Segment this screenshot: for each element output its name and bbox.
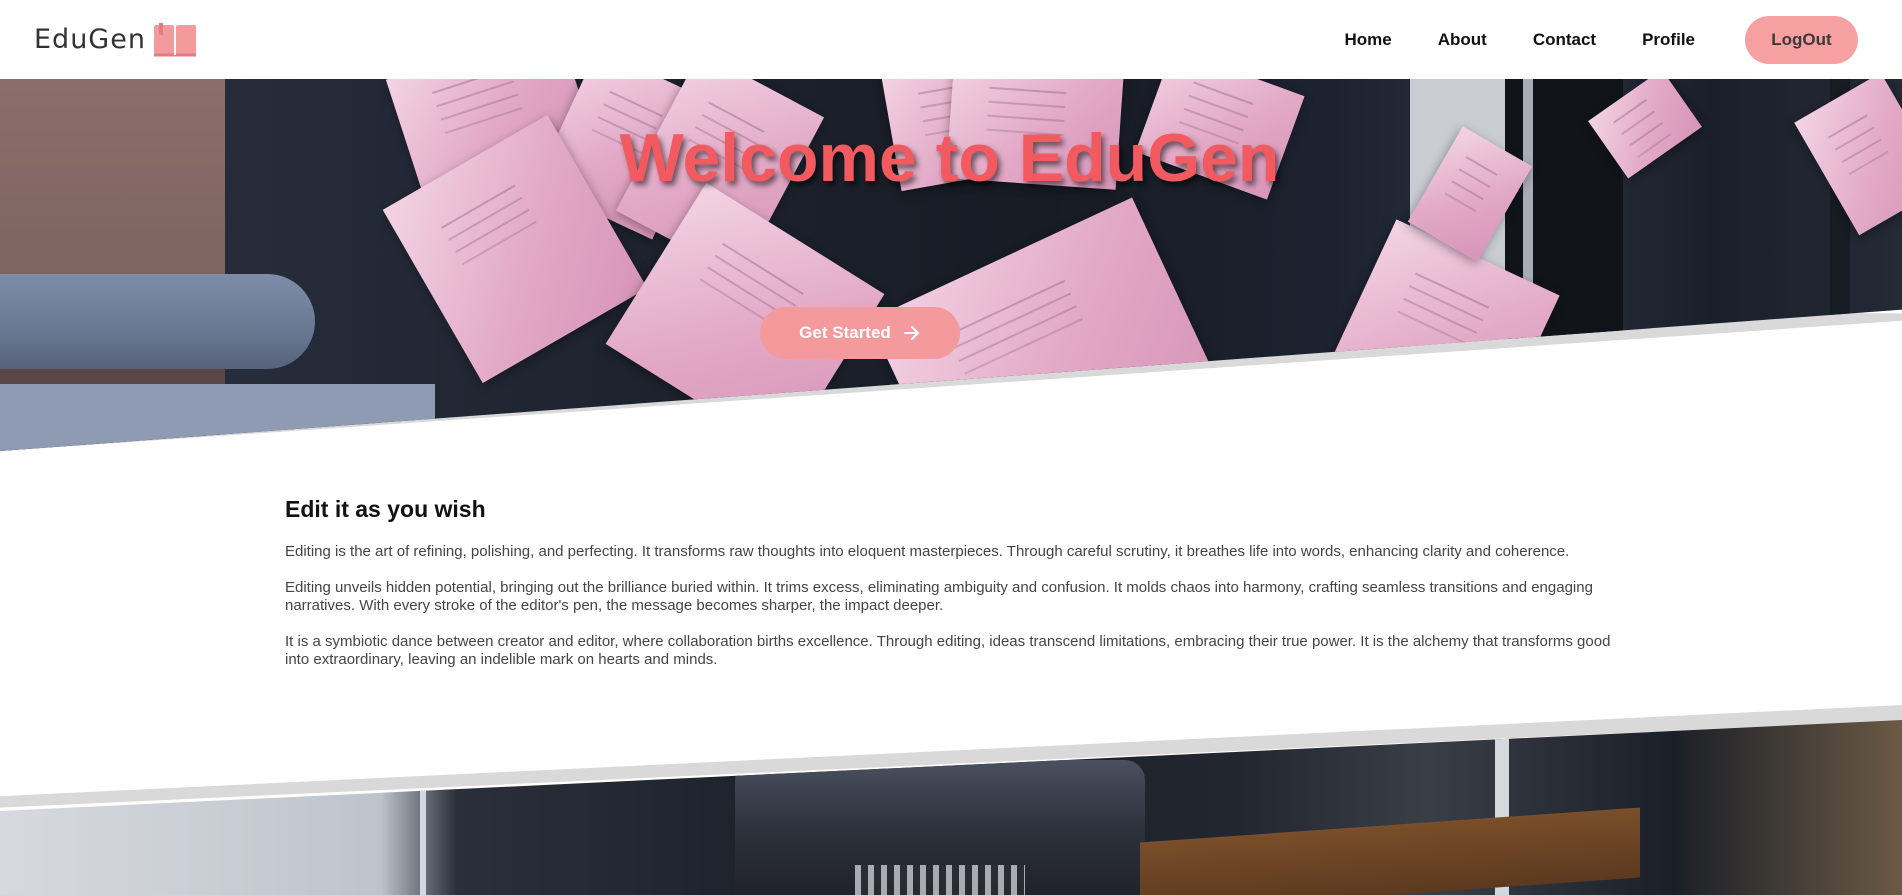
nav-home-link[interactable]: Home <box>1344 30 1391 50</box>
nav-about-link[interactable]: About <box>1438 30 1487 50</box>
get-started-label: Get Started <box>799 323 891 342</box>
bottom-background-image <box>0 720 1902 895</box>
get-started-button[interactable]: Get Started <box>760 307 960 359</box>
hero-title: Welcome to EduGen <box>619 120 1280 196</box>
navbar: EduGen Home About Contact Profile LogOut <box>0 0 1902 79</box>
book-icon <box>153 22 196 56</box>
content-section: Edit it as you wish Editing is the art o… <box>285 496 1615 687</box>
section-heading: Edit it as you wish <box>285 496 486 522</box>
hero-section: Welcome to EduGen Get Started <box>0 79 1902 451</box>
nav-profile-link[interactable]: Profile <box>1642 30 1695 50</box>
logout-button[interactable]: LogOut <box>1745 15 1858 64</box>
section-paragraph: Editing unveils hidden potential, bringi… <box>285 579 1593 614</box>
nav-contact-link[interactable]: Contact <box>1533 30 1596 50</box>
section-paragraph: It is a symbiotic dance between creator … <box>285 633 1611 668</box>
brand-name: EduGen <box>34 24 146 55</box>
section-paragraph: Editing is the art of refining, polishin… <box>285 543 1570 560</box>
typewriter-image <box>735 760 1145 895</box>
brand-logo[interactable]: EduGen <box>34 21 198 59</box>
main-nav: Home About Contact Profile LogOut <box>1298 15 1868 64</box>
bottom-image-section <box>0 720 1902 895</box>
arrow-right-icon <box>903 326 919 340</box>
